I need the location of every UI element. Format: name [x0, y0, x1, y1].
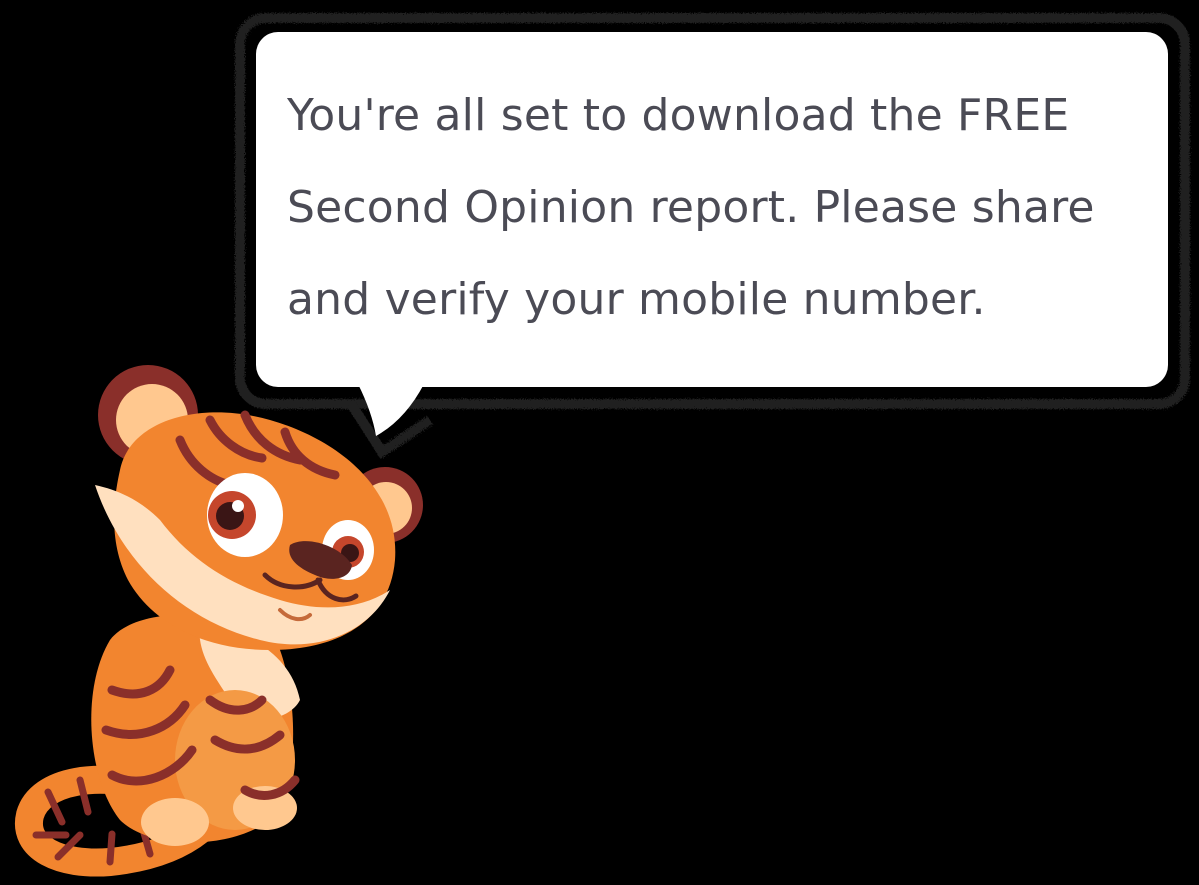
popup-stage: You're all set to download the FREE Seco… — [0, 0, 1199, 885]
tiger-head — [95, 365, 423, 650]
tiger-mascot-icon — [15, 365, 423, 877]
